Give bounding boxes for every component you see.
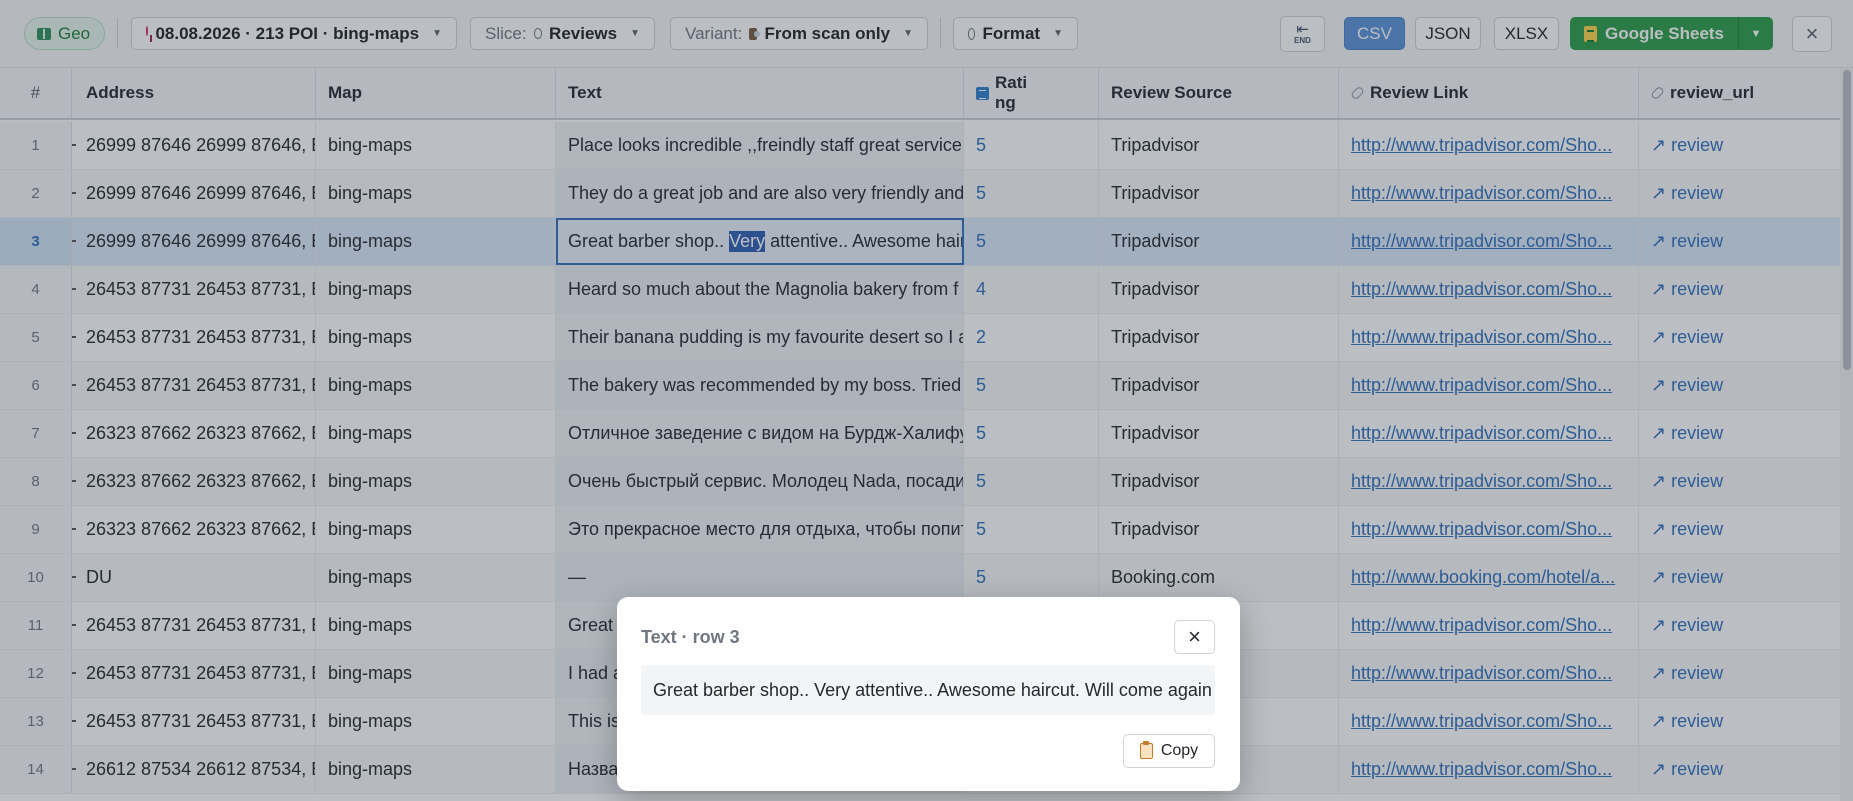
dialog-text-value[interactable]: Great barber shop.. Very attentive.. Awe… (641, 665, 1215, 715)
copy-label: Copy (1160, 742, 1199, 759)
dialog-close-button[interactable]: × (1174, 620, 1215, 654)
close-icon: × (1188, 624, 1201, 649)
cell-text-dialog: Text · row 3 × Great barber shop.. Very … (617, 597, 1240, 791)
copy-button[interactable]: Copy (1123, 734, 1215, 768)
clipboard-icon (1139, 741, 1153, 759)
dialog-title: Text · row 3 (641, 627, 740, 647)
